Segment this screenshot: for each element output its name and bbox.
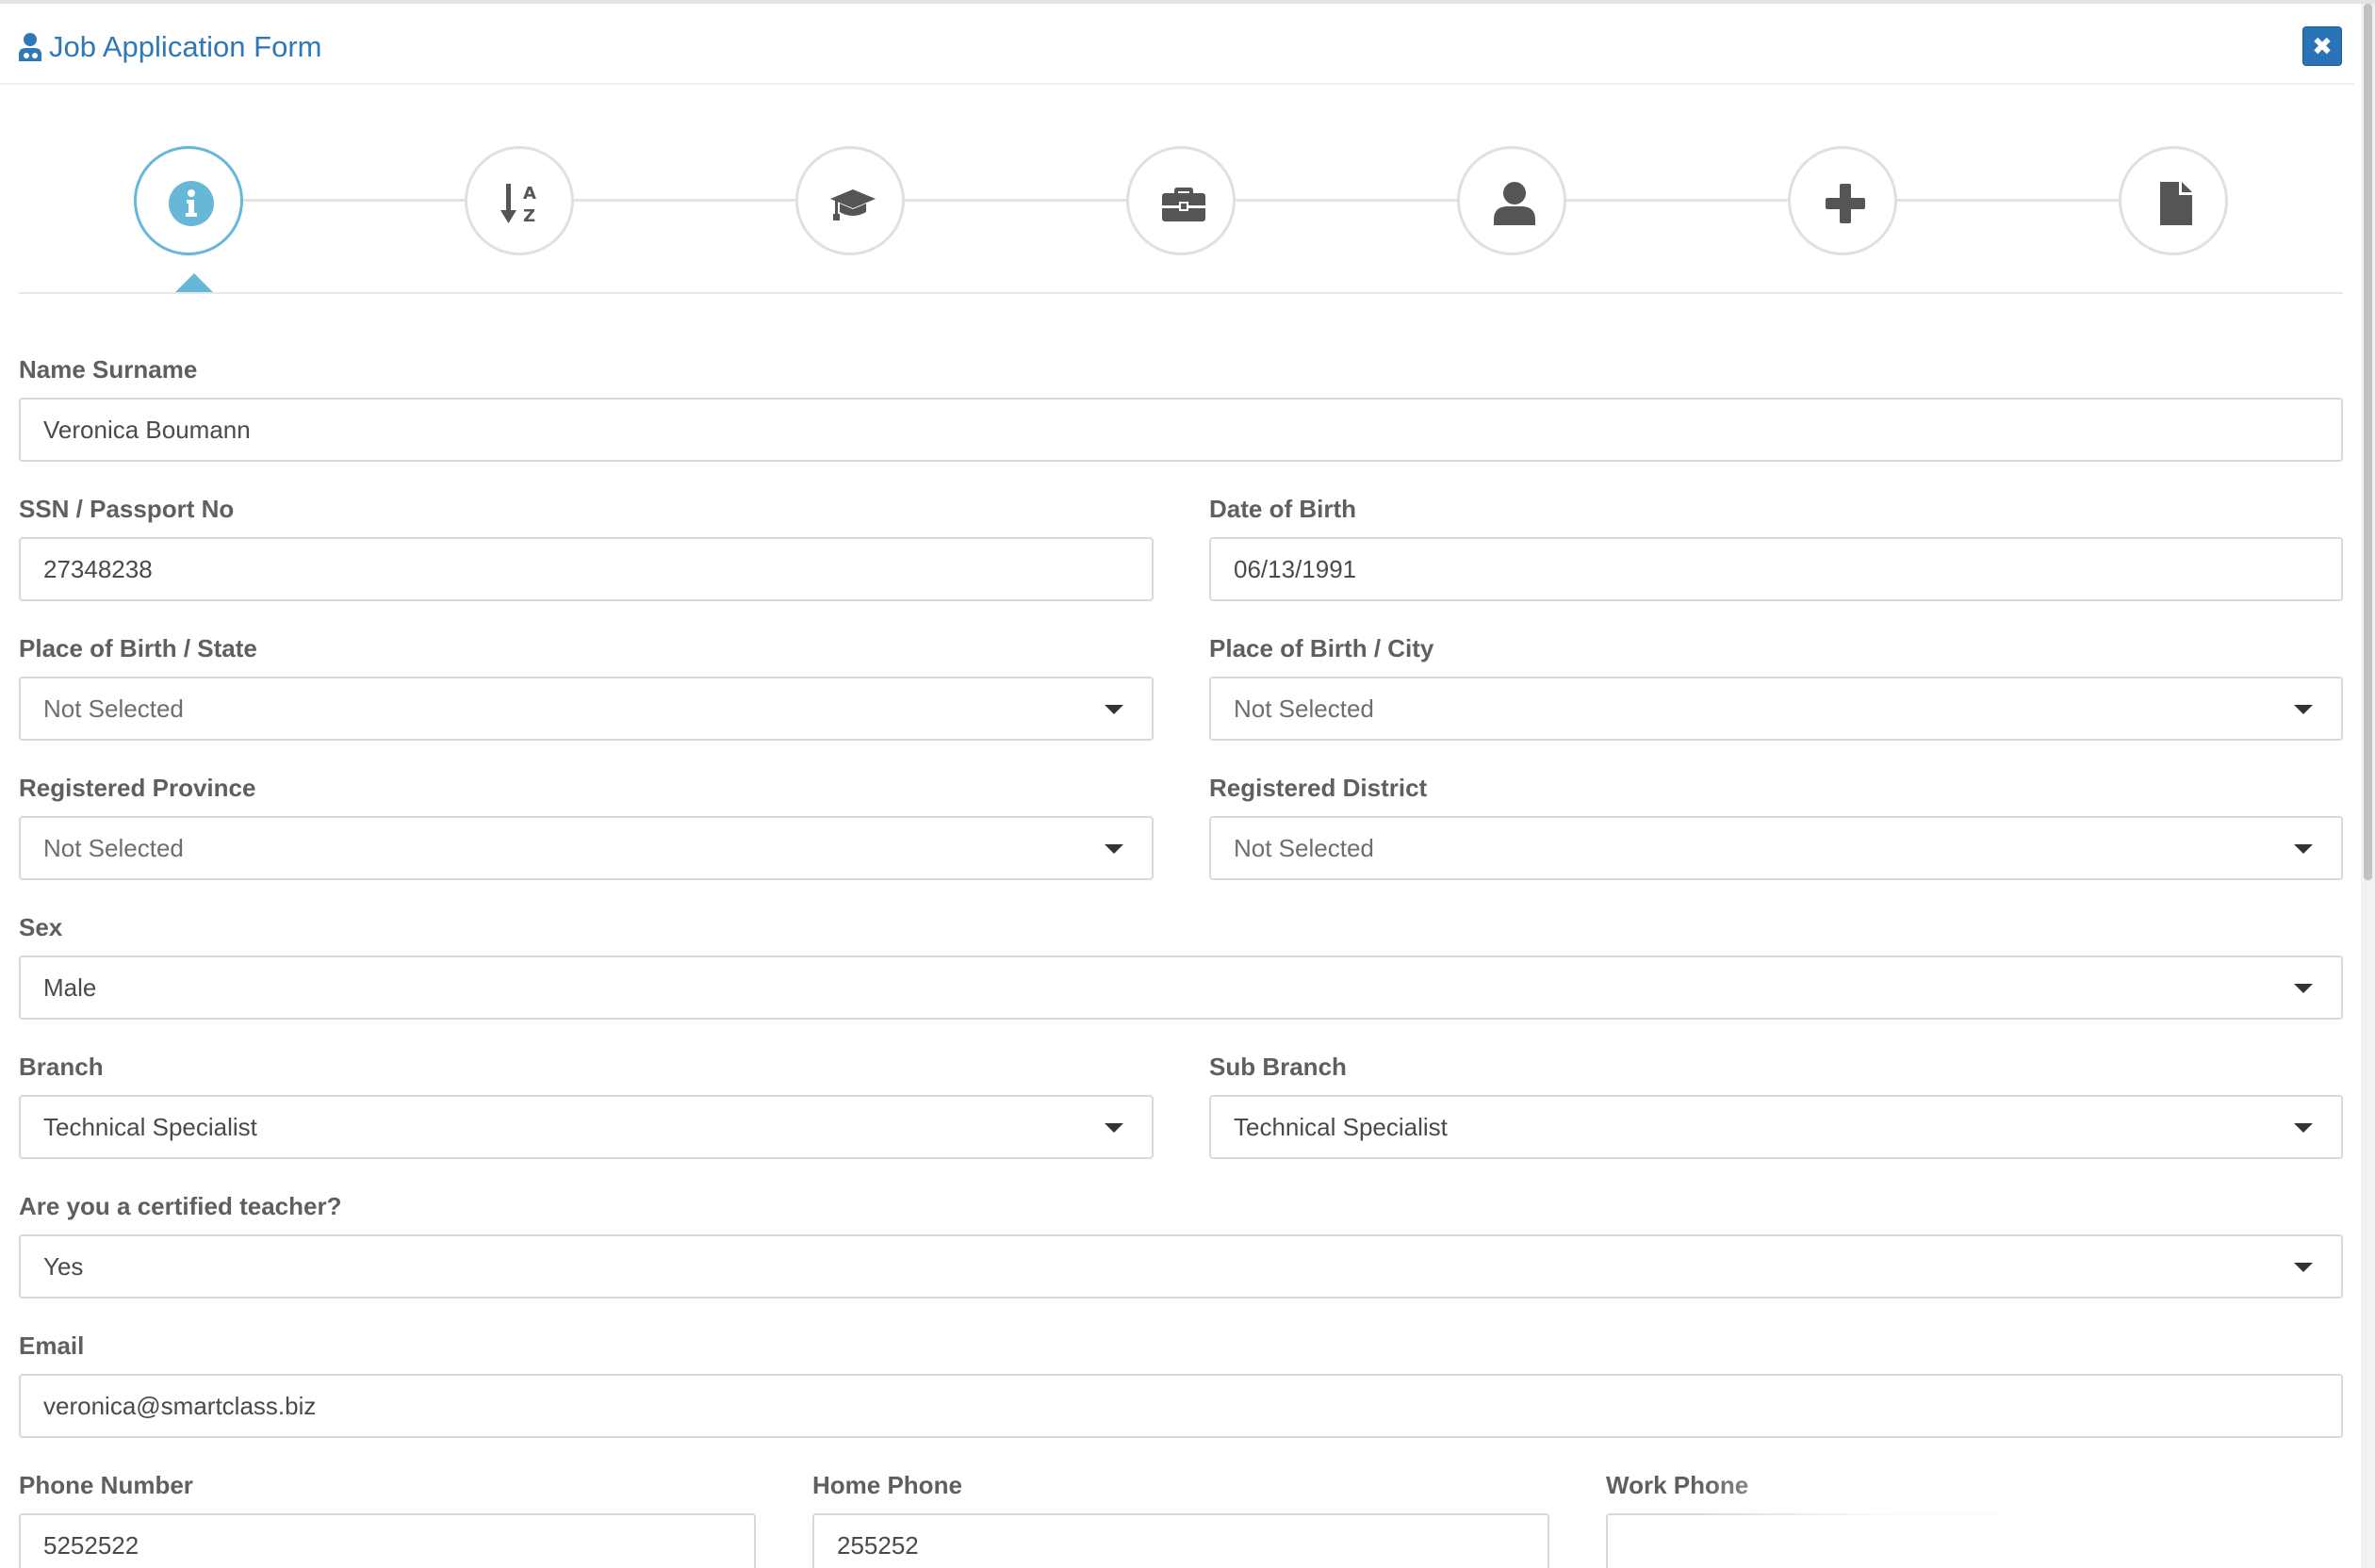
chevron-down-icon: [2294, 705, 2313, 714]
close-icon: ✖: [2312, 32, 2333, 60]
plus-icon: [1826, 184, 1865, 223]
step-experience[interactable]: [1126, 146, 1236, 255]
sex-select[interactable]: Male: [19, 956, 2343, 1020]
branch-label: Branch: [19, 1053, 104, 1081]
chevron-down-icon: [2294, 844, 2313, 854]
birth-state-select[interactable]: Not Selected: [19, 677, 1154, 741]
scrollbar[interactable]: [2361, 4, 2375, 1568]
phone-value: 5252522: [43, 1531, 139, 1560]
step-education[interactable]: [795, 146, 905, 255]
email-value: veronica@smartclass.biz: [43, 1392, 317, 1420]
birth-city-value: Not Selected: [1234, 694, 1374, 723]
wizard-steps: A Z: [19, 85, 2343, 294]
home-phone-label: Home Phone: [812, 1471, 962, 1499]
ssn-label: SSN / Passport No: [19, 495, 235, 523]
step-sort[interactable]: A Z: [465, 146, 574, 255]
chevron-down-icon: [2294, 1263, 2313, 1272]
sex-label: Sex: [19, 913, 63, 941]
graduation-cap-icon: [830, 189, 876, 220]
reg-district-label: Registered District: [1209, 774, 1428, 802]
certified-label: Are you a certified teacher?: [19, 1192, 342, 1220]
birth-city-label: Place of Birth / City: [1209, 634, 1434, 662]
modal-title: Job Application Form: [49, 30, 322, 63]
ssn-input[interactable]: 27348238: [19, 537, 1154, 601]
chevron-down-icon: [1105, 1123, 1123, 1133]
dob-label: Date of Birth: [1209, 495, 1356, 523]
dob-value: 06/13/1991: [1234, 555, 1357, 583]
briefcase-icon: [1162, 188, 1205, 221]
sort-alpha-icon: A Z: [500, 184, 536, 226]
step-personal[interactable]: [1457, 146, 1566, 255]
home-phone-value: 255252: [837, 1531, 919, 1560]
user-icon: [1494, 182, 1535, 225]
reg-province-label: Registered Province: [19, 774, 256, 802]
sub-branch-value: Technical Specialist: [1234, 1113, 1448, 1141]
home-phone-input[interactable]: 255252: [812, 1513, 1549, 1568]
work-phone-input[interactable]: [1606, 1513, 2343, 1568]
branch-select[interactable]: Technical Specialist: [19, 1095, 1154, 1159]
reg-province-value: Not Selected: [43, 834, 184, 862]
ssn-value: 27348238: [43, 555, 153, 583]
certified-select[interactable]: Yes: [19, 1234, 2343, 1298]
sub-branch-select[interactable]: Technical Specialist: [1209, 1095, 2343, 1159]
svg-text:Z: Z: [523, 206, 535, 226]
chevron-down-icon: [2294, 984, 2313, 993]
step-documents[interactable]: [2119, 146, 2228, 255]
chevron-down-icon: [2294, 1123, 2313, 1133]
step-info[interactable]: [134, 146, 243, 255]
active-step-pointer: [175, 273, 213, 292]
reg-district-value: Not Selected: [1234, 834, 1374, 862]
document-icon: [2160, 182, 2192, 225]
certified-value: Yes: [43, 1252, 84, 1281]
scrollbar-thumb[interactable]: [2364, 4, 2372, 880]
email-field[interactable]: veronica@smartclass.biz: [19, 1374, 2343, 1438]
user-doctor-icon: [17, 32, 43, 62]
birth-state-value: Not Selected: [43, 694, 184, 723]
work-phone-label: Work Phone: [1606, 1471, 1749, 1499]
step-additional[interactable]: [1788, 146, 1897, 255]
reg-district-select[interactable]: Not Selected: [1209, 816, 2343, 880]
reg-province-select[interactable]: Not Selected: [19, 816, 1154, 880]
email-label: Email: [19, 1331, 85, 1360]
chevron-down-icon: [1105, 705, 1123, 714]
dob-input[interactable]: 06/13/1991: [1209, 537, 2343, 601]
svg-text:A: A: [523, 184, 536, 204]
sex-value: Male: [43, 973, 97, 1002]
modal-header: Job Application Form ✖: [0, 4, 2354, 85]
phone-label: Phone Number: [19, 1471, 193, 1499]
sub-branch-label: Sub Branch: [1209, 1053, 1347, 1081]
name-surname-value: Veronica Boumann: [43, 416, 251, 444]
name-surname-label: Name Surname: [19, 355, 198, 384]
birth-state-label: Place of Birth / State: [19, 634, 257, 662]
birth-city-select[interactable]: Not Selected: [1209, 677, 2343, 741]
info-icon: [169, 181, 214, 226]
chevron-down-icon: [1105, 844, 1123, 854]
name-surname-input[interactable]: Veronica Boumann: [19, 398, 2343, 462]
branch-value: Technical Specialist: [43, 1113, 257, 1141]
close-button[interactable]: ✖: [2302, 26, 2342, 66]
phone-input[interactable]: 5252522: [19, 1513, 756, 1568]
